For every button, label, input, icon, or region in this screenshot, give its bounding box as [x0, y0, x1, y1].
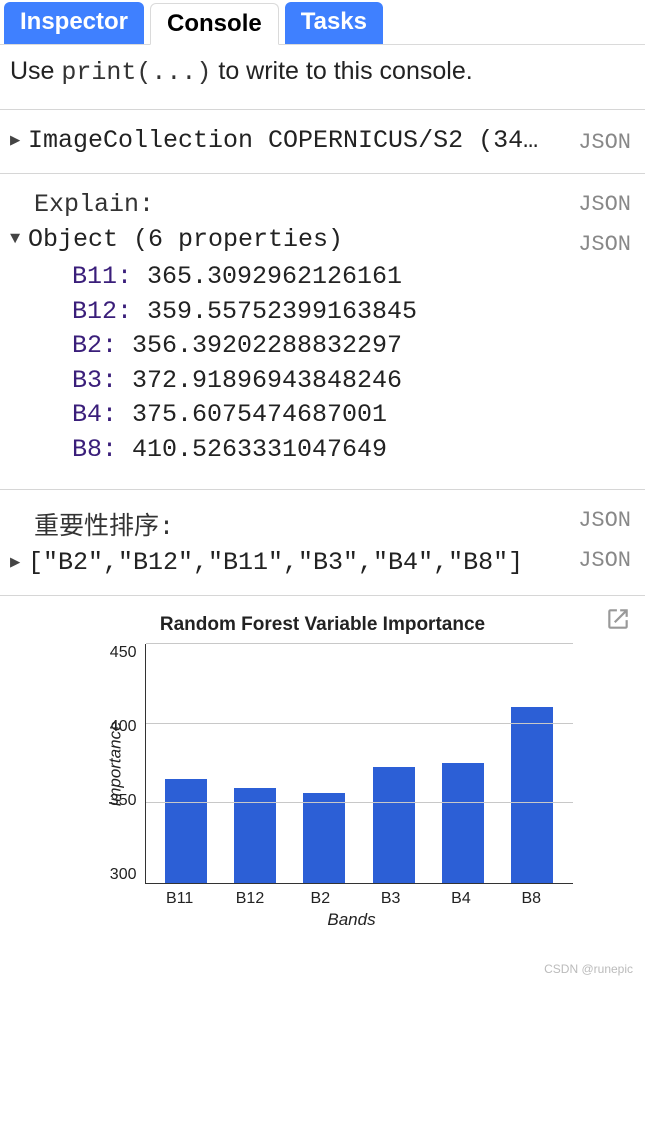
- chart-xticks: B11 B12 B2 B3 B4 B8: [73, 884, 573, 908]
- array-value: ["B2","B12","B11","B3","B4","B8"]: [28, 548, 523, 577]
- output-sort: JSON JSON 重要性排序: ["B2","B12","B11","B3",…: [0, 490, 645, 595]
- hint-code: print(...): [61, 58, 211, 87]
- tab-tasks[interactable]: Tasks: [285, 2, 383, 44]
- xtick: B2: [299, 890, 341, 908]
- expand-icon[interactable]: [10, 552, 28, 573]
- property-row: B12: 359.55752399163845: [72, 295, 635, 330]
- tab-inspector[interactable]: Inspector: [4, 2, 144, 44]
- object-properties: B11: 365.3092962126161B12: 359.557523991…: [10, 254, 635, 471]
- xtick: B11: [159, 890, 201, 908]
- array-row[interactable]: ["B2","B12","B11","B3","B4","B8"]: [10, 548, 635, 577]
- collapse-icon[interactable]: [10, 230, 28, 249]
- property-row: B2: 356.39202288832297: [72, 329, 635, 364]
- property-row: B11: 365.3092962126161: [72, 260, 635, 295]
- property-row: B3: 372.91896943848246: [72, 364, 635, 399]
- chart-title: Random Forest Variable Importance: [73, 614, 573, 636]
- object-label: Object (6 properties): [28, 225, 635, 254]
- chart-bar[interactable]: [442, 763, 484, 883]
- tab-console[interactable]: Console: [150, 3, 279, 45]
- xtick: B12: [229, 890, 271, 908]
- popout-icon[interactable]: [605, 606, 631, 632]
- sort-label: 重要性排序:: [10, 506, 635, 542]
- chart-bar[interactable]: [165, 779, 207, 883]
- chart-bar[interactable]: [373, 767, 415, 883]
- expand-icon[interactable]: [10, 130, 28, 151]
- property-row: B8: 410.5263331047649: [72, 433, 635, 468]
- chart-output: Random Forest Variable Importance Import…: [0, 596, 645, 948]
- chart-bar[interactable]: [511, 707, 553, 883]
- xtick: B8: [510, 890, 552, 908]
- watermark: CSDN @runepic: [0, 948, 645, 982]
- explain-label: Explain:: [10, 190, 635, 219]
- ytick: 300: [110, 866, 137, 884]
- hint-prefix: Use: [10, 57, 61, 85]
- chart-bar[interactable]: [303, 793, 345, 883]
- output-explain: JSON JSON Explain: Object (6 properties)…: [0, 174, 645, 489]
- property-row: B4: 375.6075474687001: [72, 398, 635, 433]
- xtick: B4: [440, 890, 482, 908]
- ytick: 450: [110, 644, 137, 662]
- xtick: B3: [370, 890, 412, 908]
- json-button[interactable]: JSON: [578, 508, 631, 533]
- object-row[interactable]: Object (6 properties): [10, 225, 635, 254]
- hint-suffix: to write to this console.: [211, 57, 472, 85]
- chart: Random Forest Variable Importance Import…: [73, 614, 573, 930]
- json-button[interactable]: JSON: [578, 192, 631, 217]
- imagecollection-row[interactable]: ImageCollection COPERNICUS/S2 (34 elemen…: [10, 126, 635, 155]
- chart-plot: [145, 644, 573, 884]
- imagecollection-label: ImageCollection COPERNICUS/S2 (34 elemen…: [28, 126, 635, 155]
- console-hint: Use print(...) to write to this console.: [0, 45, 645, 109]
- chart-ylabel: Importance: [105, 721, 125, 806]
- output-imagecollection: JSON ImageCollection COPERNICUS/S2 (34 e…: [0, 110, 645, 173]
- chart-xlabel: Bands: [73, 910, 573, 930]
- tab-bar: Inspector Console Tasks: [0, 0, 645, 45]
